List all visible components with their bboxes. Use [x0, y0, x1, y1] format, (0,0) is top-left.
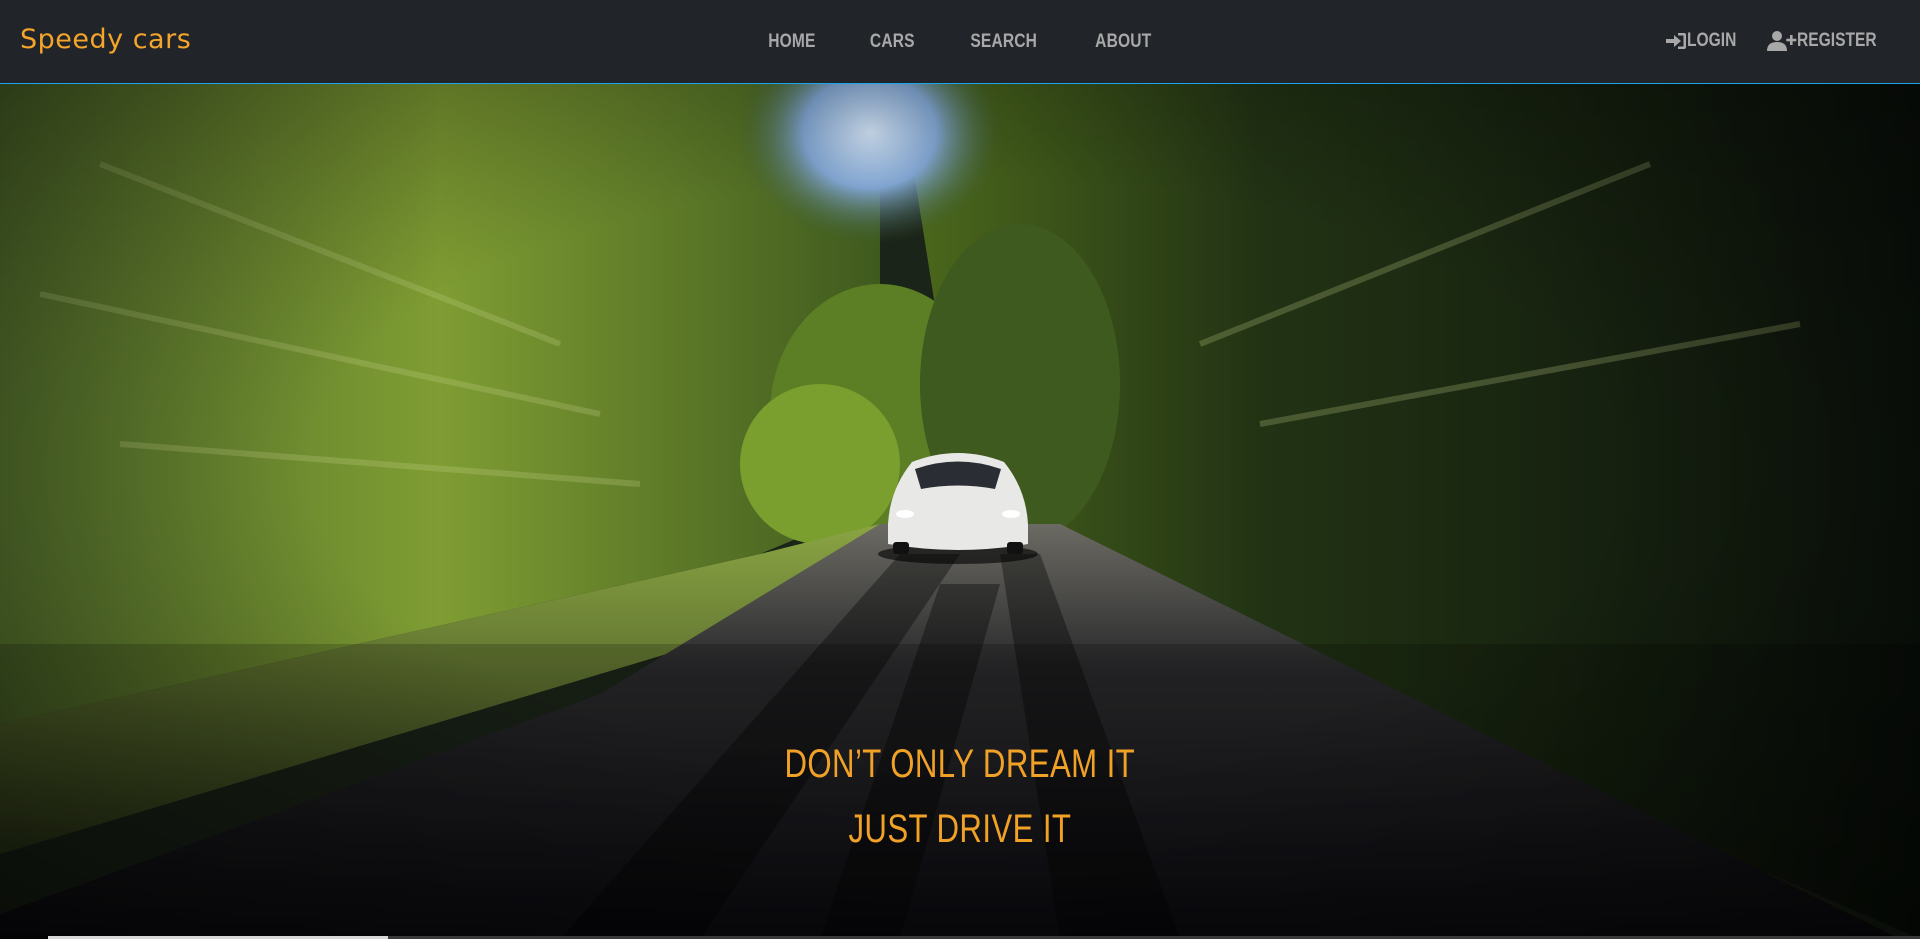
login-label: LOGIN [1686, 30, 1737, 51]
top-navbar: Speedy cars HOME CARS SEARCH ABOUT LOGIN [0, 0, 1920, 84]
register-link[interactable]: REGISTER [1766, 30, 1894, 52]
hero-tagline-line1-text: DON’T ONLY DREAM IT [784, 742, 1136, 786]
nav-link-about[interactable]: ABOUT [1077, 31, 1169, 53]
nav-link-search[interactable]: SEARCH [953, 31, 1056, 53]
login-link[interactable]: LOGIN [1665, 30, 1747, 52]
brand-logo-link[interactable]: Speedy cars [20, 24, 191, 55]
hero-tagline-line2: JUST DRIVE IT [0, 807, 1920, 852]
register-label: REGISTER [1796, 30, 1877, 51]
auth-links: LOGIN REGISTER [1665, 24, 1894, 58]
hero-tagline-line1: DON’T ONLY DREAM IT [0, 742, 1920, 787]
user-plus-icon [1766, 30, 1797, 52]
sign-in-icon [1665, 31, 1687, 51]
nav-link-cars[interactable]: CARS [851, 31, 932, 53]
hero-tagline-line2-text: JUST DRIVE IT [848, 807, 1072, 851]
hero-banner: DON’T ONLY DREAM IT JUST DRIVE IT [0, 84, 1920, 939]
main-nav: HOME CARS SEARCH ABOUT [0, 0, 1920, 84]
nav-link-home[interactable]: HOME [750, 31, 833, 53]
